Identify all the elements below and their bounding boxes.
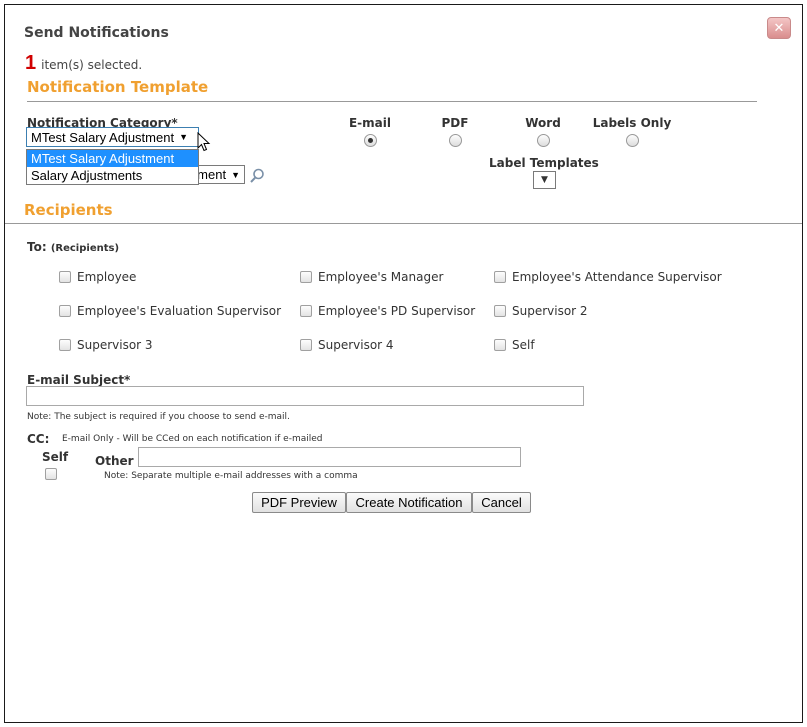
template-divider bbox=[27, 101, 757, 102]
dialog-title: Send Notifications bbox=[24, 25, 169, 41]
other-note: Note: Separate multiple e-mail addresses… bbox=[104, 471, 358, 481]
close-button[interactable]: ✕ bbox=[767, 17, 791, 39]
create-notification-button[interactable]: Create Notification bbox=[346, 492, 472, 513]
close-x-icon: ✕ bbox=[773, 20, 785, 36]
recipient-supervisor-2[interactable]: Supervisor 2 bbox=[494, 304, 588, 318]
recipient-label: Employee's PD Supervisor bbox=[318, 304, 476, 318]
subject-note: Note: The subject is required if you cho… bbox=[27, 412, 290, 422]
search-icon[interactable] bbox=[249, 168, 265, 184]
format-word-label: Word bbox=[525, 116, 561, 130]
recipient-checkbox[interactable] bbox=[300, 339, 312, 351]
selected-text: item(s) selected. bbox=[41, 58, 143, 72]
recipient-checkbox[interactable] bbox=[494, 305, 506, 317]
label-templates-select[interactable]: ▼ bbox=[533, 171, 556, 189]
selection-summary: 1 item(s) selected. bbox=[25, 52, 142, 75]
to-sub-label: (Recipients) bbox=[50, 243, 120, 254]
recipient-label: Supervisor 4 bbox=[318, 338, 394, 352]
recipient-employees-manager[interactable]: Employee's Manager bbox=[300, 270, 443, 284]
mouse-pointer-icon bbox=[197, 132, 211, 152]
notification-template-value: ment bbox=[197, 167, 227, 182]
chevron-down-icon: ▼ bbox=[179, 132, 188, 142]
notification-template-heading: Notification Template bbox=[27, 78, 209, 96]
format-pdf-radio[interactable] bbox=[448, 134, 462, 147]
recipient-checkbox[interactable] bbox=[494, 339, 506, 351]
format-labels-only: Labels Only bbox=[589, 116, 675, 151]
cc-other-input[interactable] bbox=[138, 447, 521, 467]
dropdown-option[interactable]: Salary Adjustments bbox=[27, 167, 198, 184]
recipient-checkbox[interactable] bbox=[59, 339, 71, 351]
cc-label: CC: bbox=[27, 432, 50, 446]
recipient-label: Self bbox=[512, 338, 535, 352]
recipient-checkbox[interactable] bbox=[494, 271, 506, 283]
format-email-radio[interactable] bbox=[363, 134, 377, 147]
format-pdf: PDF bbox=[438, 116, 472, 151]
recipient-label: Employee's Evaluation Supervisor bbox=[77, 304, 282, 318]
recipient-label: Supervisor 2 bbox=[512, 304, 588, 318]
recipient-employee[interactable]: Employee bbox=[59, 270, 136, 284]
recipient-checkbox[interactable] bbox=[59, 271, 71, 283]
recipients-divider bbox=[5, 223, 802, 224]
format-email-label: E-mail bbox=[348, 116, 391, 130]
chevron-down-icon: ▼ bbox=[541, 175, 548, 185]
recipient-supervisor-3[interactable]: Supervisor 3 bbox=[59, 338, 153, 352]
to-label-text: To: bbox=[27, 240, 47, 254]
recipient-label: Employee bbox=[77, 270, 137, 284]
send-notifications-dialog: Send Notifications ✕ 1 item(s) selected.… bbox=[4, 4, 803, 723]
email-subject-input[interactable] bbox=[26, 386, 584, 406]
recipient-label: Employee's Attendance Supervisor bbox=[512, 270, 722, 284]
format-labels-only-radio[interactable] bbox=[625, 134, 639, 147]
recipient-evaluation-supervisor[interactable]: Employee's Evaluation Supervisor bbox=[59, 304, 281, 318]
cc-note: E-mail Only - Will be CCed on each notif… bbox=[62, 434, 323, 444]
recipient-label: Employee's Manager bbox=[318, 270, 444, 284]
dropdown-option[interactable]: MTest Salary Adjustment bbox=[27, 150, 198, 167]
recipient-label: Supervisor 3 bbox=[77, 338, 153, 352]
notification-category-select[interactable]: MTest Salary Adjustment ▼ bbox=[26, 127, 199, 147]
format-word: Word bbox=[521, 116, 565, 151]
to-label: To: (Recipients) bbox=[27, 240, 119, 254]
email-subject-label: E-mail Subject* bbox=[27, 373, 131, 387]
recipient-checkbox[interactable] bbox=[300, 271, 312, 283]
selected-count: 1 bbox=[25, 52, 37, 74]
recipient-checkbox[interactable] bbox=[59, 305, 71, 317]
recipients-heading: Recipients bbox=[24, 201, 113, 219]
cancel-button[interactable]: Cancel bbox=[472, 492, 531, 513]
pdf-preview-button[interactable]: PDF Preview bbox=[252, 492, 346, 513]
recipient-attendance-supervisor[interactable]: Employee's Attendance Supervisor bbox=[494, 270, 722, 284]
notification-category-value: MTest Salary Adjustment bbox=[31, 129, 175, 145]
cc-self-checkbox[interactable] bbox=[45, 468, 57, 480]
recipient-pd-supervisor[interactable]: Employee's PD Supervisor bbox=[300, 304, 475, 318]
recipient-checkbox[interactable] bbox=[300, 305, 312, 317]
recipient-self[interactable]: Self bbox=[494, 338, 535, 352]
format-word-radio[interactable] bbox=[536, 134, 550, 147]
format-pdf-label: PDF bbox=[441, 116, 469, 130]
cc-self-label: Self bbox=[42, 450, 69, 464]
cc-other-label: Other bbox=[95, 454, 134, 468]
label-templates-label: Label Templates bbox=[489, 156, 599, 170]
category-dropdown-list: MTest Salary Adjustment Salary Adjustmen… bbox=[26, 149, 199, 185]
format-labels-only-label: Labels Only bbox=[592, 116, 672, 130]
recipient-supervisor-4[interactable]: Supervisor 4 bbox=[300, 338, 394, 352]
chevron-down-icon: ▼ bbox=[231, 169, 240, 180]
format-email: E-mail bbox=[347, 116, 393, 151]
